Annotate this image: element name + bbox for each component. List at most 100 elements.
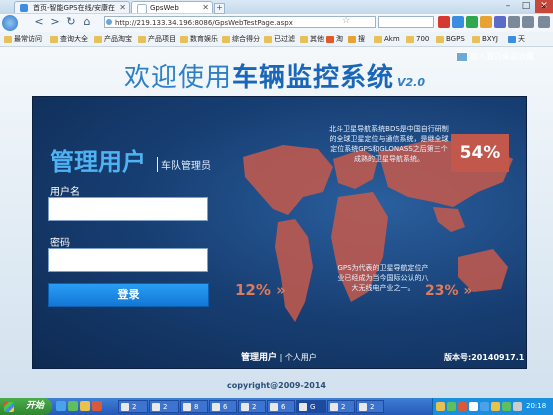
add-to-desktop-link[interactable]: 加入我的桌面收藏: [470, 51, 534, 62]
site-icon: [106, 19, 112, 25]
bookmark-item[interactable]: 搜: [348, 32, 365, 46]
taskbar-item[interactable]: 2: [118, 400, 148, 413]
bookmark-item[interactable]: 综合得分: [222, 32, 260, 46]
tray-icon[interactable]: [480, 402, 489, 411]
folder-icon: [300, 36, 308, 43]
stat-23: 23% »: [425, 283, 472, 299]
tray-icon[interactable]: [458, 402, 467, 411]
taskbar-item[interactable]: 8: [180, 400, 208, 413]
tray-icon[interactable]: [491, 402, 500, 411]
bookmark-item[interactable]: 其他: [300, 32, 324, 46]
network-icon[interactable]: [502, 402, 511, 411]
bookmark-item[interactable]: 数育娱乐: [180, 32, 218, 46]
login-subtitle: 车队管理员: [157, 157, 211, 172]
username-input[interactable]: [48, 197, 208, 221]
login-button[interactable]: 登录: [48, 283, 209, 307]
taskbar-item[interactable]: 2: [327, 400, 355, 413]
page-icon: [137, 4, 147, 13]
url-text: http://219.133.34.196:8086/GpsWebTestPag…: [115, 19, 293, 27]
windows-logo-icon: [4, 402, 14, 412]
site-icon: [508, 36, 516, 43]
sogou-icon: [348, 36, 356, 43]
home-button[interactable]: ⌂: [80, 15, 94, 29]
tab-home[interactable]: 首页-智能GPS在线/安康在 ✕: [14, 1, 130, 13]
maximize-button[interactable]: □: [517, 0, 535, 13]
desktop-quicklaunch-icon[interactable]: [68, 401, 78, 411]
personal-user-link[interactable]: 个人用户: [285, 353, 317, 362]
extension-icon[interactable]: [466, 16, 478, 28]
download-icon[interactable]: [508, 16, 520, 28]
bookmark-star-icon[interactable]: ☆: [342, 16, 350, 26]
menu-icon[interactable]: [538, 16, 550, 28]
window-icon: [212, 403, 220, 411]
login-title: 管理用户: [50, 148, 146, 176]
title-prefix: 欢迎使用: [124, 63, 233, 93]
close-icon[interactable]: ✕: [119, 2, 126, 13]
version-number: 版本号:20140917.1: [444, 353, 525, 362]
browser-quicklaunch-icon[interactable]: [56, 401, 66, 411]
minimize-button[interactable]: –: [499, 0, 517, 13]
title-system-name: 车辆监控系统: [232, 63, 395, 93]
settings-icon[interactable]: [522, 16, 534, 28]
tab-label: GpsWeb: [150, 4, 179, 12]
folder-icon: [4, 36, 12, 43]
page-title: 欢迎使用车辆监控系统: [124, 57, 394, 94]
folder-icon: [94, 36, 102, 43]
monitor-icon: [456, 52, 468, 62]
tray-icon[interactable]: [447, 402, 456, 411]
forward-button[interactable]: >: [48, 15, 62, 29]
folder-quicklaunch-icon[interactable]: [80, 401, 90, 411]
window-icon: [121, 403, 129, 411]
bookmark-item[interactable]: 查询大全: [50, 32, 88, 46]
bookmark-item[interactable]: 产品淘宝: [94, 32, 132, 46]
bds-description: 北斗卫星导航系统BDS是中国自行研制的全球卫星定位与通信系统，是继全球定位系统G…: [329, 125, 449, 163]
taskbar-item-active[interactable]: G: [296, 400, 326, 413]
bookmark-item[interactable]: 产品项目: [138, 32, 176, 46]
admin-user-link[interactable]: 管理用户: [241, 353, 277, 363]
window-icon: [183, 403, 191, 411]
bookmark-item[interactable]: 淘: [326, 32, 343, 46]
translate-icon[interactable]: [452, 16, 464, 28]
window-icon: [241, 403, 249, 411]
stat-12: 12% »: [235, 281, 286, 299]
folder-icon: [472, 36, 480, 43]
window-icon: [359, 403, 367, 411]
tab-label: 首页-智能GPS在线/安康在: [33, 4, 115, 12]
bookmark-item[interactable]: 最常访问: [4, 32, 42, 46]
window-icon: [330, 403, 338, 411]
shield-icon[interactable]: [438, 16, 450, 28]
reload-button[interactable]: ↻: [64, 15, 78, 29]
bookmark-item[interactable]: 天: [508, 32, 525, 46]
taskbar-item[interactable]: 2: [149, 400, 179, 413]
taskbar-item[interactable]: 6: [209, 400, 237, 413]
close-icon[interactable]: ✕: [202, 2, 209, 13]
bookmark-item[interactable]: Akm: [374, 32, 400, 46]
bookmark-item[interactable]: 700: [406, 32, 429, 46]
tab-gpsweb[interactable]: GpsWeb ✕: [131, 1, 213, 13]
address-bar[interactable]: http://219.133.34.196:8086/GpsWebTestPag…: [104, 16, 376, 28]
window-icon: [270, 403, 278, 411]
bookmark-item[interactable]: BGPS: [436, 32, 465, 46]
mail-icon[interactable]: [480, 16, 492, 28]
user-icon[interactable]: [494, 16, 506, 28]
title-version: V2.0: [397, 76, 425, 89]
tray-icon[interactable]: [469, 402, 478, 411]
new-tab-button[interactable]: +: [214, 3, 225, 14]
taskbar-item[interactable]: 2: [356, 400, 384, 413]
tray-icon[interactable]: [436, 402, 445, 411]
back-button[interactable]: <: [32, 15, 46, 29]
taskbar-item[interactable]: 2: [238, 400, 266, 413]
bookmark-item[interactable]: BXYJ: [472, 32, 498, 46]
bookmarks-more-button[interactable]: »: [541, 0, 547, 14]
stat-23-value: 23%: [425, 283, 459, 299]
window-icon: [152, 403, 160, 411]
arrows-icon: »: [463, 283, 473, 299]
search-input[interactable]: [378, 16, 434, 28]
bookmark-item[interactable]: 已过滤: [264, 32, 295, 46]
volume-icon[interactable]: [513, 402, 522, 411]
password-input[interactable]: [48, 248, 208, 272]
gps-site-icon: [20, 4, 28, 12]
username-label: 用户名: [50, 187, 80, 198]
app-quicklaunch-icon[interactable]: [92, 401, 102, 411]
taskbar-item[interactable]: 6: [267, 400, 295, 413]
